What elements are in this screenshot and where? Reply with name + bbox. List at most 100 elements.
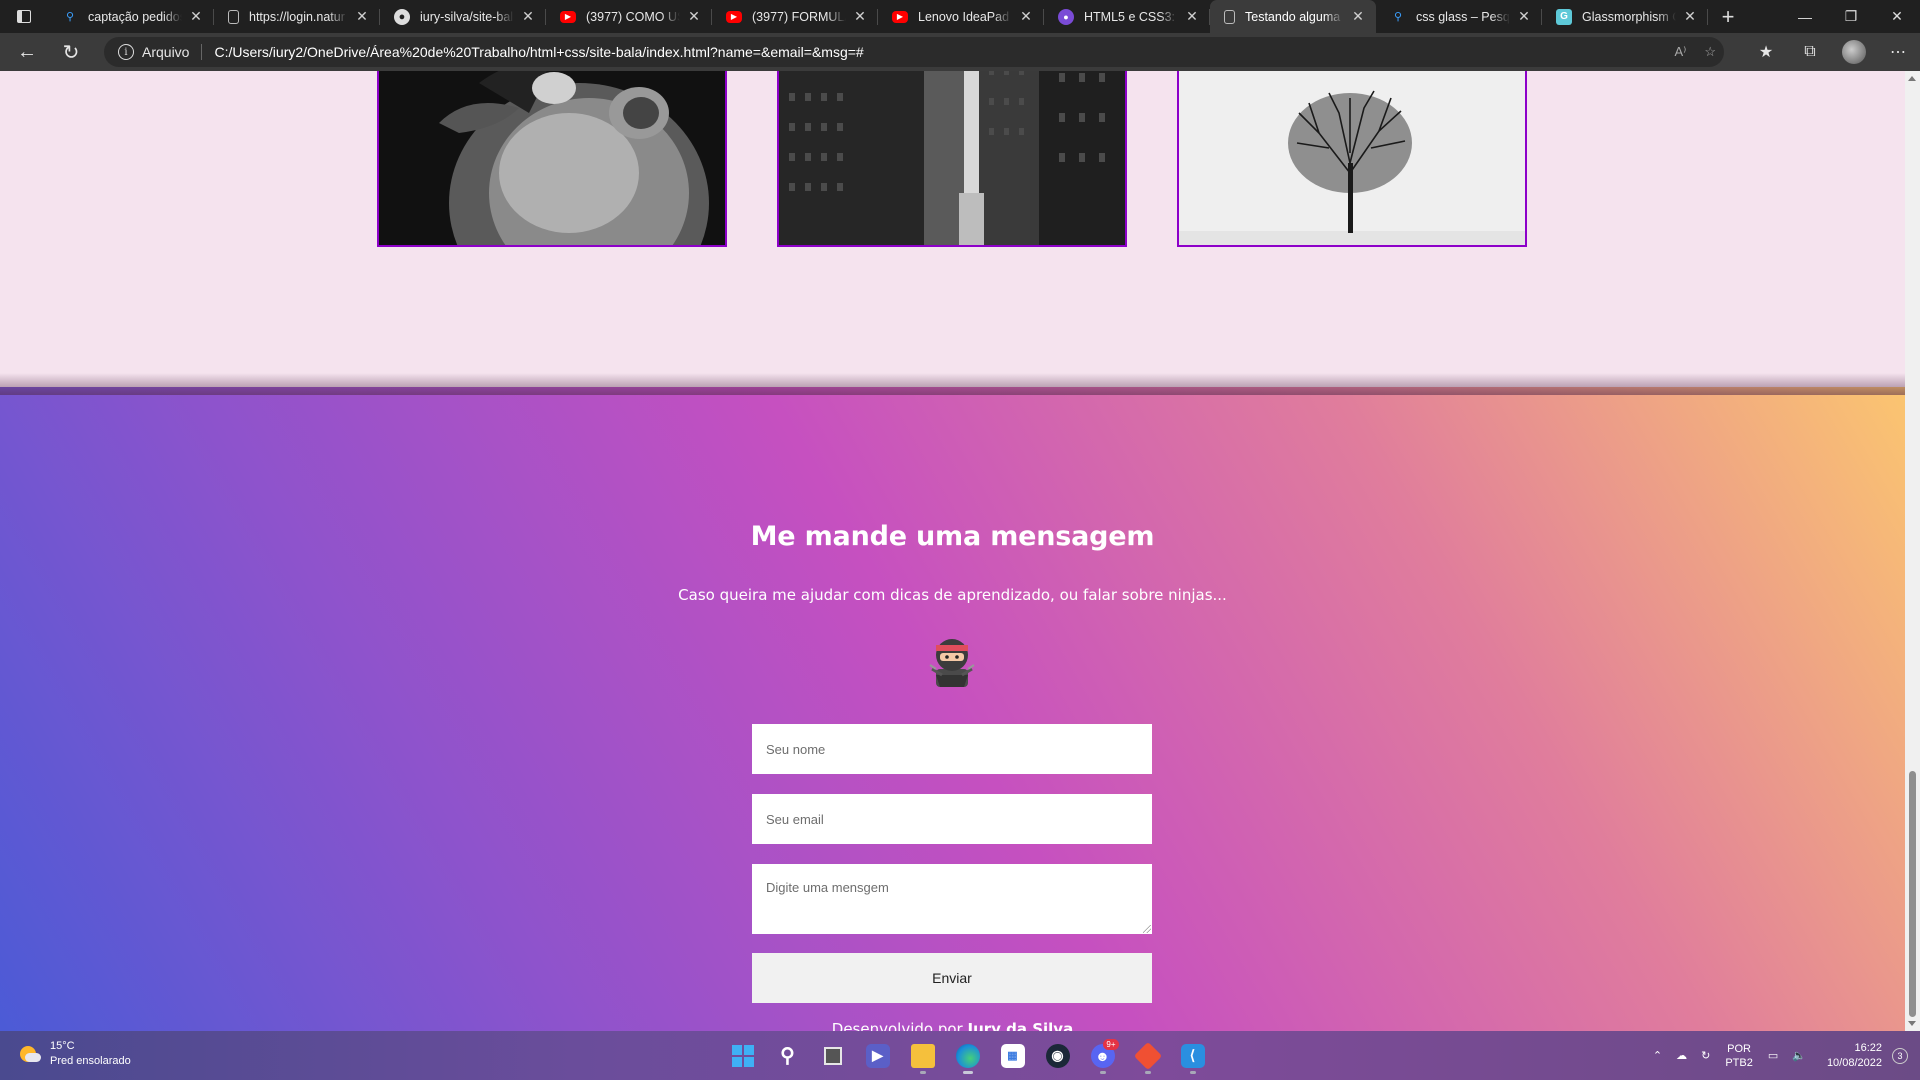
- store-icon: ▦: [1000, 1043, 1025, 1068]
- github-icon: ●: [394, 8, 410, 25]
- tab-actions-button[interactable]: [0, 0, 48, 33]
- reload-icon[interactable]: ↻: [49, 33, 93, 71]
- contact-section: Me mande uma mensagem Caso queira me aju…: [0, 373, 1905, 1031]
- gallery-image-animal: [377, 71, 727, 247]
- tab[interactable]: ▶ (3977) COMO USA ✕: [546, 0, 712, 33]
- weather-condition: Pred ensolarado: [50, 1055, 131, 1067]
- credit-prefix: Desenvolvido por: [831, 1020, 963, 1031]
- tab[interactable]: ⚲ captação pedidos ✕: [48, 0, 214, 33]
- more-options-icon[interactable]: ⋯: [1876, 33, 1920, 71]
- back-icon[interactable]: ←: [5, 33, 49, 71]
- submit-button[interactable]: Enviar: [752, 953, 1152, 1003]
- scheme-label: Arquivo: [142, 44, 203, 60]
- ninja-icon: [929, 639, 975, 687]
- tab[interactable]: G Glassmorphism CS ✕: [1542, 0, 1708, 33]
- close-icon[interactable]: ✕: [852, 8, 868, 25]
- close-icon[interactable]: ✕: [354, 8, 370, 25]
- file-explorer-button[interactable]: [901, 1036, 945, 1076]
- task-view-button[interactable]: [811, 1036, 855, 1076]
- avatar: [1842, 40, 1866, 64]
- tab-title: Testando alguma c: [1245, 9, 1344, 24]
- scroll-thumb[interactable]: [1909, 771, 1916, 1017]
- close-icon[interactable]: ✕: [188, 8, 204, 25]
- omnibox-actions: A⁾ ☆: [1674, 37, 1716, 67]
- notifications-icon[interactable]: 3: [1892, 1047, 1908, 1064]
- restore-icon[interactable]: ❐: [1828, 0, 1874, 33]
- email-field[interactable]: [752, 794, 1152, 844]
- partly-sunny-icon: [18, 1042, 42, 1066]
- page-icon: [1224, 9, 1235, 24]
- scroll-up-icon[interactable]: [1908, 76, 1916, 81]
- vscode-button[interactable]: ⟨: [1171, 1036, 1215, 1076]
- url-field[interactable]: i Arquivo C:/Users/iury2/OneDrive/Área%2…: [104, 37, 1724, 67]
- profile-button[interactable]: [1832, 33, 1876, 71]
- tab-active[interactable]: Testando alguma c ✕: [1210, 0, 1376, 33]
- taskbar: 15°C Pred ensolarado ⚲ ▶ ▦ ◉ ☻ 9+ ⟨ ⌃ ☁ …: [0, 1031, 1920, 1080]
- steam-icon: ◉: [1045, 1043, 1070, 1068]
- add-favorite-icon[interactable]: ☆: [1704, 44, 1716, 60]
- tab-title: css glass – Pesquis: [1416, 9, 1510, 24]
- steam-button[interactable]: ◉: [1036, 1036, 1080, 1076]
- footer-credit: Desenvolvido por Iury da Silva: [0, 1020, 1905, 1031]
- network-icon[interactable]: ▭: [1761, 1049, 1785, 1062]
- close-window-icon[interactable]: ✕: [1874, 0, 1920, 33]
- new-tab-button[interactable]: +: [1708, 0, 1748, 33]
- close-icon[interactable]: ✕: [1184, 8, 1200, 25]
- url-text[interactable]: C:/Users/iury2/OneDrive/Área%20de%20Trab…: [214, 44, 863, 60]
- youtube-icon: ▶: [726, 10, 742, 23]
- close-icon[interactable]: ✕: [1516, 8, 1532, 25]
- tab[interactable]: ▶ (3977) FORMULÁR ✕: [712, 0, 878, 33]
- weather-temperature: 15°C: [50, 1040, 75, 1052]
- close-icon[interactable]: ✕: [1018, 8, 1034, 25]
- clock-time: 16:22: [1854, 1041, 1882, 1054]
- clock[interactable]: 16:22 10/08/2022: [1813, 1041, 1892, 1071]
- read-aloud-icon[interactable]: A⁾: [1674, 44, 1686, 60]
- info-icon[interactable]: i: [118, 44, 134, 60]
- taskbar-search-button[interactable]: ⚲: [766, 1036, 810, 1076]
- window-controls: — ❐ ✕: [1782, 0, 1920, 33]
- tree-photo-graphic: [1179, 71, 1525, 245]
- clock-date: 10/08/2022: [1826, 1056, 1882, 1069]
- contact-title: Me mande uma mensagem: [750, 521, 1155, 552]
- glassmorphism-icon: G: [1556, 8, 1572, 25]
- tab[interactable]: https://login.natur ✕: [214, 0, 380, 33]
- tab[interactable]: ● iury-silva/site-bala ✕: [380, 0, 546, 33]
- name-field[interactable]: [752, 724, 1152, 774]
- onedrive-icon[interactable]: ☁: [1669, 1049, 1694, 1062]
- close-icon[interactable]: ✕: [520, 8, 536, 25]
- collections-icon[interactable]: ⧉: [1788, 33, 1832, 71]
- weather-widget[interactable]: 15°C Pred ensolarado: [18, 1039, 131, 1069]
- scroll-down-icon[interactable]: [1908, 1021, 1916, 1026]
- tab-actions-icon: [17, 10, 31, 23]
- store-button[interactable]: ▦: [991, 1036, 1035, 1076]
- discord-button[interactable]: ☻ 9+: [1081, 1036, 1125, 1076]
- tab[interactable]: ▶ Lenovo IdeaPad 3 ✕: [878, 0, 1044, 33]
- sync-icon[interactable]: ↻: [1694, 1049, 1717, 1062]
- chevron-up-icon[interactable]: ⌃: [1646, 1049, 1669, 1062]
- resize-handle[interactable]: [1143, 925, 1151, 933]
- page-scrollbar[interactable]: [1905, 71, 1920, 1031]
- favorites-icon[interactable]: ★: [1744, 33, 1788, 71]
- close-icon[interactable]: ✕: [686, 8, 702, 25]
- tab[interactable]: ● HTML5 e CSS3: Cri ✕: [1044, 0, 1210, 33]
- volume-icon[interactable]: 🔈: [1785, 1049, 1813, 1062]
- photo-gallery: [0, 71, 1905, 247]
- edge-button[interactable]: [946, 1036, 990, 1076]
- taskbar-apps: ⚲ ▶ ▦ ◉ ☻ 9+ ⟨: [720, 1031, 1215, 1080]
- message-field[interactable]: [752, 864, 1152, 934]
- minimize-icon[interactable]: —: [1782, 0, 1828, 33]
- close-icon[interactable]: ✕: [1682, 8, 1698, 25]
- address-bar: ← ↻ i Arquivo C:/Users/iury2/OneDrive/Ár…: [0, 33, 1920, 71]
- task-view-icon: [821, 1044, 845, 1068]
- close-icon[interactable]: ✕: [1350, 8, 1366, 25]
- tab-title: (3977) COMO USA: [586, 9, 680, 24]
- start-button[interactable]: [721, 1036, 765, 1076]
- git-button[interactable]: [1126, 1036, 1170, 1076]
- page-icon: [228, 9, 239, 24]
- system-tray: ⌃ ☁ ↻ POR PTB2 ▭ 🔈 16:22 10/08/2022 3: [1646, 1031, 1920, 1080]
- teams-button[interactable]: ▶: [856, 1036, 900, 1076]
- search-icon: ⚲: [65, 11, 75, 23]
- tab[interactable]: ⚲ css glass – Pesquis ✕: [1376, 0, 1542, 33]
- language-indicator[interactable]: POR PTB2: [1717, 1042, 1761, 1070]
- teams-icon: ▶: [865, 1043, 890, 1068]
